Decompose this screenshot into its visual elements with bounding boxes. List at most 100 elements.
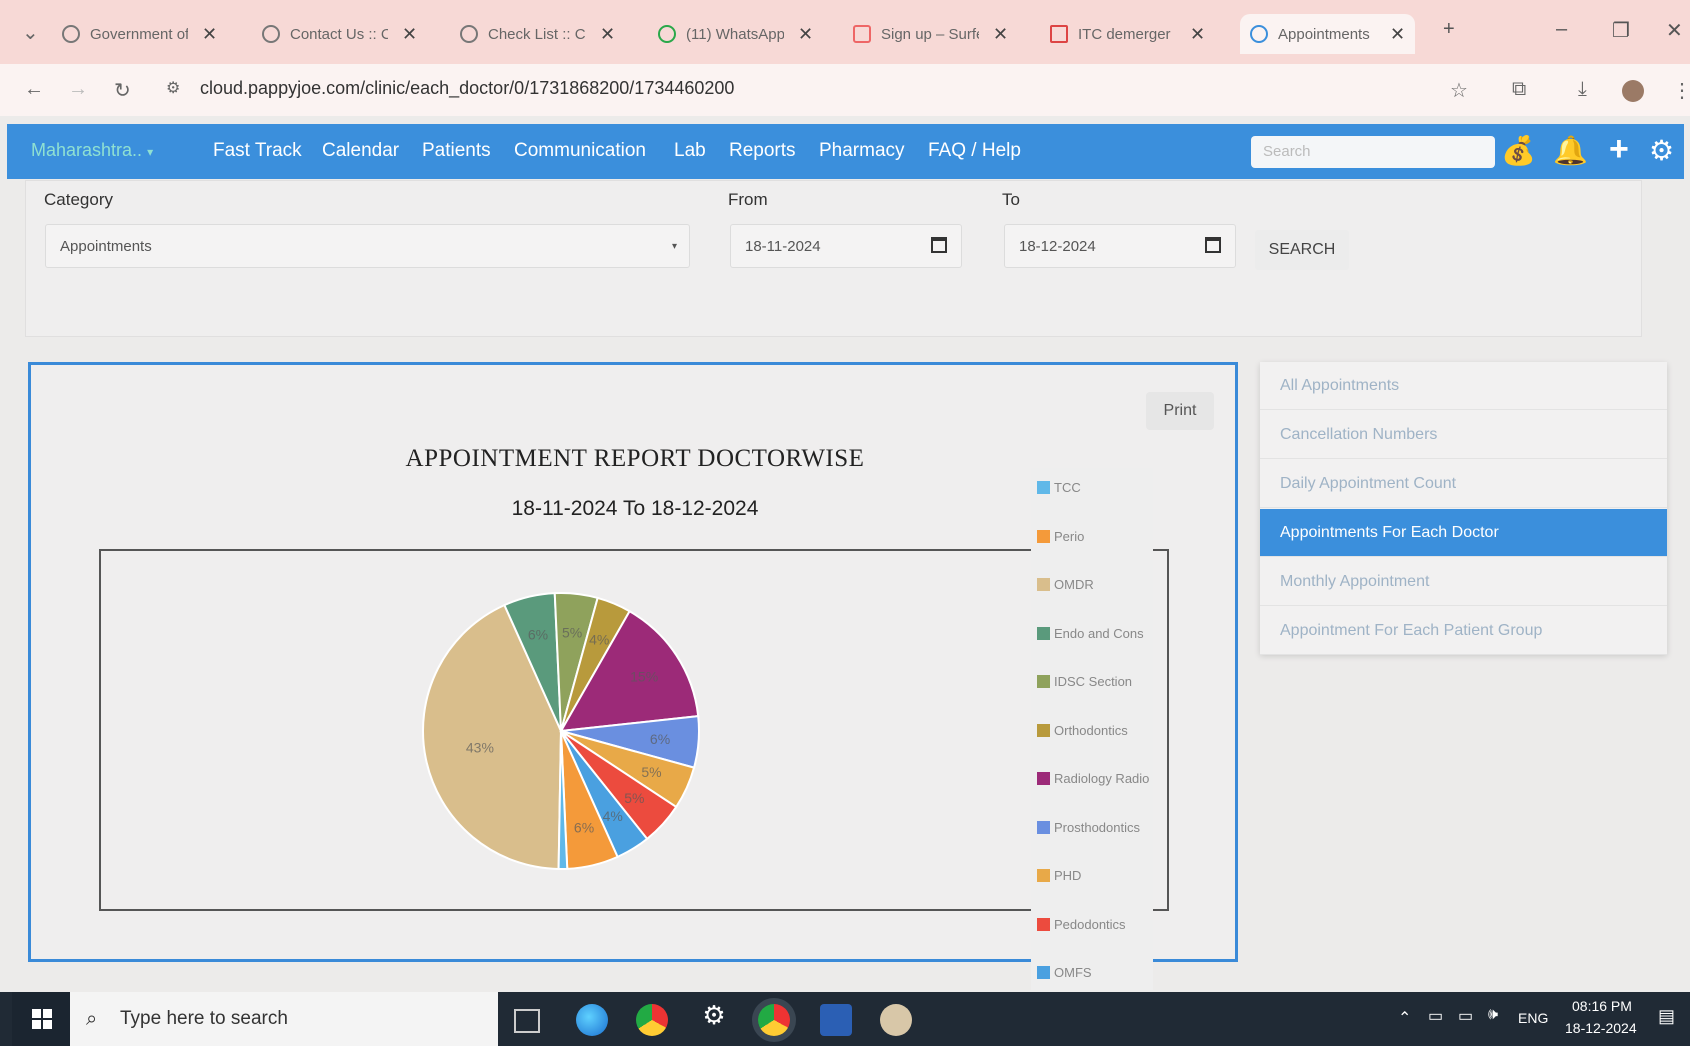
- nav-pharmacy[interactable]: Pharmacy: [819, 140, 905, 162]
- money-bag-icon[interactable]: 💰: [1501, 134, 1536, 167]
- nav-calendar[interactable]: Calendar: [322, 140, 399, 162]
- pie-data-label: 5%: [562, 624, 582, 640]
- close-tab-icon[interactable]: ✕: [798, 24, 813, 45]
- legend-label: Prosthodontics: [1054, 819, 1140, 835]
- volume-icon[interactable]: 🕪: [1488, 1006, 1498, 1024]
- legend-item-perio[interactable]: Perio: [1037, 529, 1084, 544]
- legend-item-prosthodontics[interactable]: Prosthodontics: [1037, 820, 1140, 835]
- close-window-icon[interactable]: ✕: [1666, 18, 1683, 43]
- browser-tab[interactable]: Sign up – Surfer ✕: [853, 14, 1008, 54]
- legend-swatch: [1037, 578, 1050, 591]
- to-date-input[interactable]: 18-12-2024: [1004, 224, 1236, 268]
- nav-patients[interactable]: Patients: [422, 140, 491, 162]
- url-field[interactable]: cloud.pappyjoe.com/clinic/each_doctor/0/…: [200, 78, 734, 99]
- word-icon[interactable]: [820, 1004, 852, 1036]
- pie-data-label: 4%: [603, 808, 623, 824]
- menu-item-appointments-for-each-doctor[interactable]: Appointments For Each Doctor: [1260, 509, 1667, 557]
- browser-tab-active[interactable]: Appointments ✕: [1240, 14, 1416, 54]
- paint-icon[interactable]: [880, 1004, 912, 1036]
- nav-reports[interactable]: Reports: [729, 140, 796, 162]
- calendar-icon[interactable]: [931, 237, 947, 253]
- from-date-input[interactable]: 18-11-2024: [730, 224, 962, 268]
- browser-tab[interactable]: Check List :: Co ✕: [460, 14, 615, 54]
- print-button[interactable]: Print: [1146, 392, 1214, 430]
- new-tab-icon[interactable]: +: [1443, 18, 1455, 41]
- gear-icon[interactable]: ⚙: [1649, 134, 1674, 167]
- browser-tab[interactable]: Government of ✕: [62, 14, 217, 54]
- nav-search-input[interactable]: Search: [1251, 136, 1495, 168]
- back-icon[interactable]: ←: [24, 78, 44, 101]
- select-arrow-icon: ▾: [671, 241, 677, 252]
- legend-item-tcc[interactable]: TCC: [1037, 480, 1081, 495]
- plus-icon[interactable]: +: [1609, 130, 1629, 169]
- menu-item-monthly-appointment[interactable]: Monthly Appointment: [1260, 558, 1667, 606]
- download-icon[interactable]: ⤓: [1578, 78, 1587, 101]
- language-indicator[interactable]: ENG: [1518, 1010, 1548, 1026]
- legend-swatch: [1037, 772, 1050, 785]
- bookmark-star-icon[interactable]: ☆: [1450, 78, 1468, 103]
- nav-communication[interactable]: Communication: [514, 140, 646, 162]
- legend-item-idsc-section[interactable]: IDSC Section: [1037, 674, 1132, 689]
- site-settings-icon[interactable]: ⚙: [166, 78, 180, 98]
- pie-data-label: 6%: [574, 820, 594, 836]
- category-select[interactable]: Appointments ▾: [45, 224, 690, 268]
- pie-data-label: 5%: [624, 790, 644, 806]
- legend-item-endo-and-cons[interactable]: Endo and Cons: [1037, 626, 1144, 641]
- profile-avatar[interactable]: [1622, 80, 1644, 102]
- display-icon[interactable]: ▭: [1458, 1006, 1473, 1026]
- legend-item-orthodontics[interactable]: Orthodontics: [1037, 723, 1128, 738]
- legend-swatch: [1037, 675, 1050, 688]
- close-tab-icon[interactable]: ✕: [1190, 24, 1205, 45]
- restore-icon[interactable]: ❐: [1612, 18, 1630, 43]
- tab-search-chevron-icon[interactable]: ⌄: [22, 20, 39, 45]
- settings-icon[interactable]: ⚙: [698, 1000, 730, 1032]
- extensions-icon[interactable]: ⧉: [1512, 78, 1526, 101]
- bell-icon[interactable]: 🔔: [1553, 134, 1588, 167]
- browser-menu-icon[interactable]: ⋮: [1672, 78, 1690, 103]
- legend-swatch: [1037, 723, 1050, 737]
- taskbar-search[interactable]: ⌕ Type here to search: [70, 992, 498, 1046]
- nav-lab[interactable]: Lab: [674, 140, 706, 162]
- legend-item-radiology-radio[interactable]: Radiology Radio: [1037, 771, 1149, 786]
- close-tab-icon[interactable]: ✕: [600, 24, 615, 45]
- menu-item-cancellation-numbers[interactable]: Cancellation Numbers: [1260, 411, 1667, 459]
- close-tab-icon[interactable]: ✕: [402, 24, 417, 45]
- reload-icon[interactable]: ↻: [114, 78, 131, 103]
- tray-expand-icon[interactable]: ⌃: [1398, 1008, 1411, 1028]
- browser-tab[interactable]: (11) WhatsApp ✕: [658, 14, 813, 54]
- chrome-profile-icon[interactable]: [758, 1004, 790, 1036]
- globe-icon: [262, 25, 280, 43]
- start-button[interactable]: [12, 992, 70, 1046]
- close-tab-icon[interactable]: ✕: [1390, 24, 1405, 45]
- notification-icon[interactable]: ▤: [1658, 1006, 1675, 1027]
- browser-tab[interactable]: ITC demerger ✕: [1050, 14, 1205, 54]
- plot-area: 43% 6% 5% 4% 15% 6% 5% 5% 4% 6%: [99, 549, 1169, 911]
- task-view-icon[interactable]: [514, 1009, 540, 1033]
- legend-item-pedodontics[interactable]: Pedodontics: [1037, 917, 1126, 932]
- network-icon[interactable]: ▭: [1428, 1006, 1443, 1026]
- close-tab-icon[interactable]: ✕: [993, 24, 1008, 45]
- legend-item-omfs[interactable]: OMFS: [1037, 965, 1092, 980]
- menu-item-all-appointments[interactable]: All Appointments: [1260, 362, 1667, 410]
- forward-icon[interactable]: →: [68, 78, 88, 101]
- chrome-icon[interactable]: [636, 1004, 668, 1036]
- pie-data-label: 43%: [466, 740, 494, 756]
- menu-item-appointment-for-each-patient-group[interactable]: Appointment For Each Patient Group: [1260, 607, 1667, 655]
- search-button[interactable]: SEARCH: [1255, 230, 1349, 270]
- nav-fast-track[interactable]: Fast Track: [213, 140, 302, 162]
- clock-time[interactable]: 08:16 PM: [1572, 998, 1632, 1014]
- clock-date[interactable]: 18-12-2024: [1565, 1020, 1637, 1036]
- clinic-selector[interactable]: Maharashtra.. ▾: [31, 140, 153, 161]
- minimize-icon[interactable]: –: [1556, 18, 1567, 41]
- legend-swatch: [1037, 869, 1050, 882]
- browser-tab[interactable]: Contact Us :: Co ✕: [262, 14, 417, 54]
- close-tab-icon[interactable]: ✕: [202, 24, 217, 45]
- calendar-icon[interactable]: [1205, 237, 1221, 253]
- nav-faq-help[interactable]: FAQ / Help: [928, 140, 1021, 162]
- legend-label: IDSC Section: [1054, 674, 1133, 689]
- legend-label: Perio: [1054, 528, 1085, 544]
- legend-item-phd[interactable]: PHD: [1037, 868, 1081, 883]
- menu-item-daily-appointment-count[interactable]: Daily Appointment Count: [1260, 460, 1667, 508]
- edge-icon[interactable]: [576, 1004, 608, 1036]
- legend-item-omdr[interactable]: OMDR: [1037, 577, 1094, 592]
